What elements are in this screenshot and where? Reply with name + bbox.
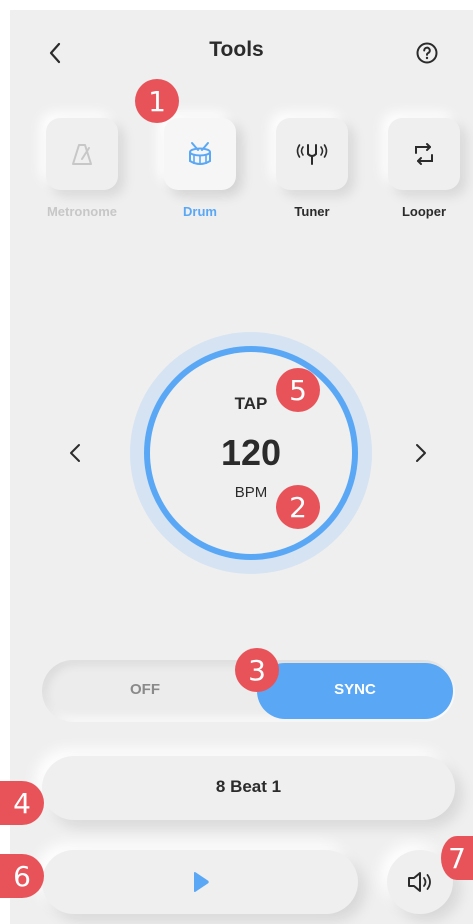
sync-on-label: SYNC bbox=[334, 681, 376, 698]
annotation-badge-2: 2 bbox=[276, 485, 320, 529]
annotation-badge-1: 1 bbox=[135, 79, 179, 123]
drum-icon bbox=[189, 142, 211, 165]
metronome-icon bbox=[72, 144, 92, 165]
sync-off-option[interactable]: OFF bbox=[42, 681, 248, 698]
tool-drum[interactable] bbox=[164, 118, 236, 190]
annotation-badge-6: 6 bbox=[0, 854, 44, 898]
loop-icon bbox=[415, 143, 433, 165]
tool-label-looper: Looper bbox=[401, 204, 447, 219]
tool-looper[interactable] bbox=[388, 118, 460, 190]
tool-label-drum: Drum bbox=[183, 204, 217, 219]
annotation-badge-7: 7 bbox=[441, 836, 473, 880]
chevron-right-icon bbox=[416, 444, 426, 462]
tap-label: TAP bbox=[234, 394, 268, 413]
page-title: Tools bbox=[209, 38, 264, 61]
annotation-badge-3: 3 bbox=[235, 648, 279, 692]
help-circle-icon bbox=[416, 42, 438, 64]
tempo-increase-button[interactable] bbox=[404, 436, 438, 470]
tool-label-tuner: Tuner bbox=[294, 204, 330, 219]
chevron-left-icon bbox=[70, 444, 80, 462]
annotation-badge-5: 5 bbox=[276, 368, 320, 412]
annotation-badge-4: 4 bbox=[0, 781, 44, 825]
speaker-icon bbox=[406, 869, 436, 900]
help-button[interactable] bbox=[410, 36, 444, 70]
tool-tuner[interactable] bbox=[276, 118, 348, 190]
tool-metronome[interactable] bbox=[46, 118, 118, 190]
tuning-fork-icon bbox=[296, 144, 328, 165]
tool-label-metronome: Metronome bbox=[46, 204, 118, 219]
pattern-name: 8 Beat 1 bbox=[215, 777, 282, 796]
play-icon bbox=[191, 871, 211, 898]
tempo-decrease-button[interactable] bbox=[58, 436, 92, 470]
bpm-unit: BPM bbox=[234, 484, 268, 501]
bpm-value: 120 bbox=[220, 432, 282, 473]
